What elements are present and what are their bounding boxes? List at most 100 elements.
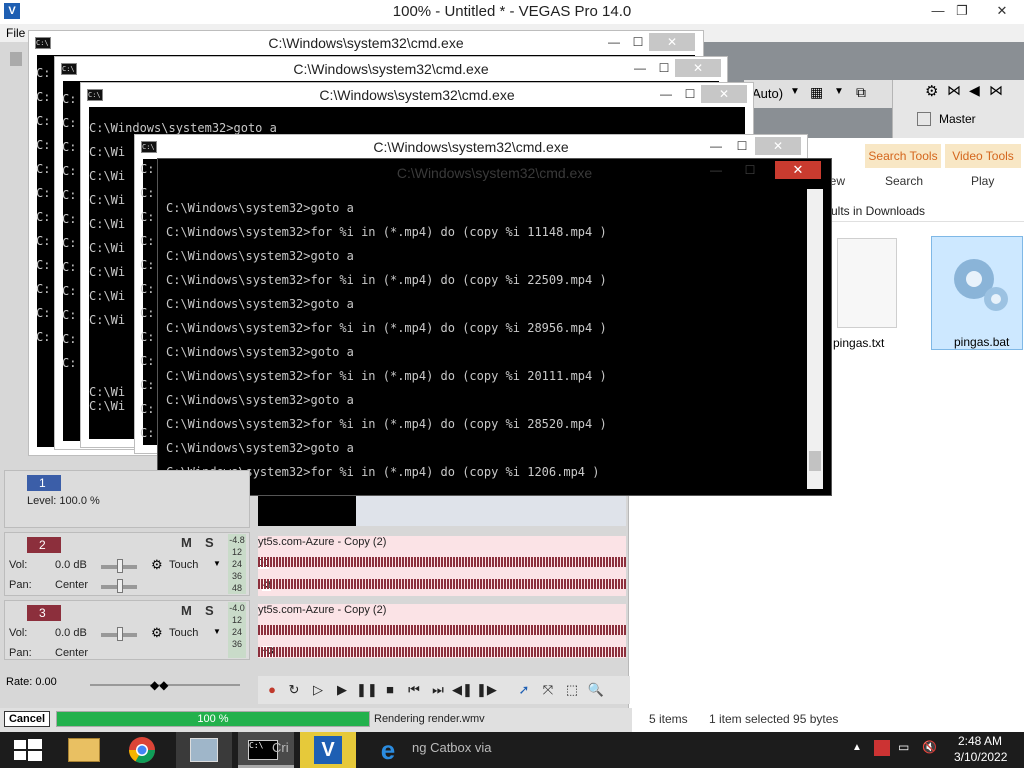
- vol-label: Vol:: [9, 559, 28, 571]
- grid-icon[interactable]: ▦: [810, 84, 823, 101]
- menu-file[interactable]: File: [6, 26, 25, 40]
- tray-chevron-icon[interactable]: ▲: [852, 742, 862, 753]
- snap-icon[interactable]: ⧉: [856, 84, 866, 101]
- console-fragment: C:: [140, 258, 155, 272]
- chevron-down-icon[interactable]: ▼: [213, 559, 221, 568]
- solo-button[interactable]: S: [205, 535, 214, 550]
- chevron-down-icon[interactable]: ▼: [834, 86, 844, 97]
- start-button[interactable]: [0, 732, 56, 768]
- video-track-1[interactable]: 1 Level: 100.0 %: [4, 470, 250, 528]
- console-fragment: C:: [62, 260, 77, 274]
- scrollbar-thumb[interactable]: [809, 451, 821, 471]
- task-manager-icon[interactable]: [176, 732, 232, 768]
- tab-video-tools[interactable]: Video Tools: [945, 144, 1021, 168]
- maximize-button[interactable]: ☐: [737, 161, 763, 179]
- console-line: C:\Wi: [89, 217, 126, 231]
- action-center-icon[interactable]: [874, 740, 890, 756]
- maximize-button[interactable]: ☐: [651, 59, 677, 77]
- solo-button[interactable]: S: [205, 603, 214, 618]
- mute-button[interactable]: M: [181, 535, 192, 550]
- prev-frame-icon[interactable]: ◀❚: [452, 680, 473, 700]
- record-icon[interactable]: ●: [262, 680, 282, 700]
- volume-slider-knob[interactable]: [117, 559, 123, 573]
- console-fragment: C:: [62, 356, 77, 370]
- console-line: C:\Wi: [89, 169, 126, 183]
- cursor-tool-icon[interactable]: ➚: [514, 680, 534, 700]
- audio-clip[interactable]: yt5s.com-Azure - Copy (2) +3: [258, 604, 626, 658]
- clock-date[interactable]: 3/10/2022: [954, 750, 1007, 764]
- file-item[interactable]: pingas.txt: [833, 238, 925, 352]
- maximize-button[interactable]: ☐: [729, 137, 755, 155]
- console-fragment: C:: [140, 162, 155, 176]
- automation-mode[interactable]: Touch: [169, 559, 198, 571]
- next-frame-icon[interactable]: ❚▶: [476, 680, 497, 700]
- console-line: C:\Windows\system32>goto a: [166, 201, 354, 215]
- stop-icon[interactable]: ■: [380, 680, 400, 700]
- audio-track-2[interactable]: 2 M S Vol: 0.0 dB ⚙ Touch ▼ Pan: Center: [4, 532, 250, 596]
- volume-slider-knob[interactable]: [117, 627, 123, 641]
- console-line: C:\Wi: [89, 193, 126, 207]
- file-explorer-icon[interactable]: [56, 732, 112, 768]
- close-button[interactable]: ✕: [775, 161, 821, 179]
- pan-slider-knob[interactable]: [117, 579, 123, 593]
- close-button[interactable]: ✕: [675, 59, 721, 77]
- master-checkbox-icon[interactable]: [917, 112, 931, 126]
- gear-icon[interactable]: ⚙: [925, 82, 938, 100]
- chrome-icon[interactable]: [114, 732, 170, 768]
- downmix-icon[interactable]: ⋈: [989, 82, 1003, 99]
- video-event-thumbnail[interactable]: [258, 496, 356, 526]
- console-line: C:\Windows\system32>goto a: [166, 393, 354, 407]
- gear-icon[interactable]: ⚙: [151, 625, 163, 641]
- minimize-button[interactable]: —: [703, 161, 729, 179]
- clock-time[interactable]: 2:48 AM: [958, 734, 1002, 748]
- tab-play[interactable]: Play: [971, 174, 994, 188]
- cancel-button[interactable]: Cancel: [4, 711, 50, 727]
- rate-slider-knob[interactable]: ◆◆: [150, 678, 168, 692]
- minimize-button[interactable]: —: [627, 59, 653, 77]
- go-to-end-icon[interactable]: ⏭: [428, 680, 448, 700]
- mute-button[interactable]: M: [181, 603, 192, 618]
- maximize-button[interactable]: ☐: [677, 85, 703, 103]
- automation-mode[interactable]: Touch: [169, 627, 198, 639]
- maximize-button[interactable]: ❐: [948, 2, 976, 20]
- gear-icon[interactable]: ⚙: [151, 557, 163, 573]
- tab-search[interactable]: Search: [885, 174, 923, 188]
- maximize-button[interactable]: ☐: [625, 33, 651, 51]
- vegas-taskbar-icon[interactable]: V: [300, 732, 356, 768]
- audio-track-3[interactable]: 3 M S Vol: 0.0 dB ⚙ Touch ▼ Pan: Center: [4, 600, 250, 660]
- text-file-icon: [837, 238, 897, 328]
- console-line: C:\Windows\system32>for %i in (*.mp4) do…: [166, 417, 607, 431]
- internet-explorer-icon[interactable]: e: [360, 732, 416, 768]
- chevron-down-icon[interactable]: ▼: [213, 627, 221, 636]
- toolbar-icon[interactable]: [10, 52, 22, 66]
- close-button[interactable]: ✕: [755, 137, 801, 155]
- scrollbar[interactable]: [807, 189, 823, 489]
- pause-icon[interactable]: ❚❚: [356, 680, 378, 700]
- envelope-tool-icon[interactable]: ⤧: [538, 680, 558, 700]
- address-bar[interactable]: sults in Downloads: [825, 200, 1024, 222]
- minimize-button[interactable]: —: [703, 137, 729, 155]
- loop-icon[interactable]: ↻: [284, 680, 304, 700]
- console-line: C:\Windows\system32>goto a: [89, 121, 277, 135]
- minimize-button[interactable]: —: [653, 85, 679, 103]
- envelope-icon[interactable]: ⋈: [947, 82, 961, 99]
- go-to-start-icon[interactable]: ⏮: [404, 680, 424, 700]
- chevron-down-icon[interactable]: ▼: [790, 86, 800, 97]
- audio-clip[interactable]: yt5s.com-Azure - Copy (2) 00 -3: [258, 536, 626, 596]
- desktop: V 100% - Untitled * - VEGAS Pro 14.0 — ❐…: [0, 0, 1024, 768]
- selection-tool-icon[interactable]: ⬚: [562, 680, 582, 700]
- cmd-window-active[interactable]: C:\ C:\Windows\system32\cmd.exe — ☐ ✕ C:…: [157, 158, 832, 496]
- network-icon[interactable]: ▭: [898, 740, 909, 754]
- mute-icon[interactable]: ◀: [969, 82, 980, 99]
- tab-search-tools[interactable]: Search Tools: [865, 144, 941, 168]
- minimize-button[interactable]: —: [601, 33, 627, 51]
- close-button[interactable]: ✕: [988, 2, 1016, 20]
- close-button[interactable]: ✕: [649, 33, 695, 51]
- play-from-start-icon[interactable]: ▷: [308, 680, 328, 700]
- play-icon[interactable]: ▶: [332, 680, 352, 700]
- video-track-lane[interactable]: [356, 496, 626, 526]
- volume-muted-icon[interactable]: 🔇: [922, 740, 937, 754]
- file-item-selected[interactable]: pingas.bat: [931, 236, 1023, 350]
- close-button[interactable]: ✕: [701, 85, 747, 103]
- zoom-tool-icon[interactable]: 🔍: [586, 680, 606, 700]
